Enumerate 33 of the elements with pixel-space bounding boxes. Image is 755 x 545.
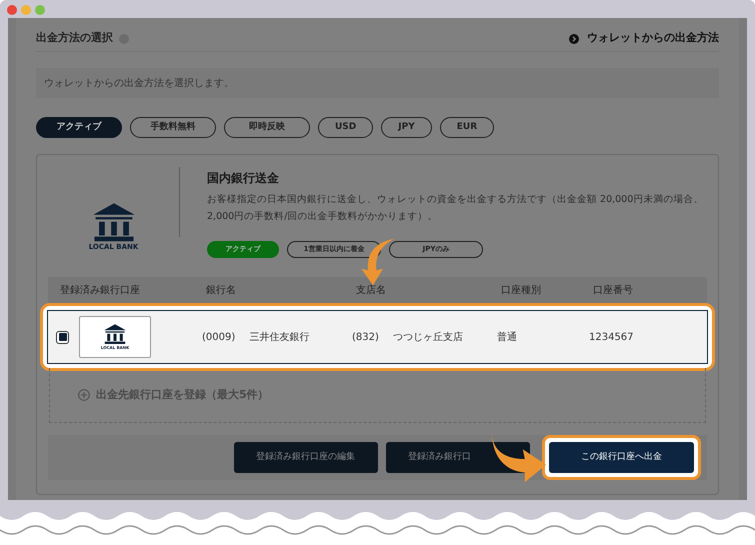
filter-pill[interactable]: アクティブ — [36, 117, 122, 138]
row-checkbox[interactable] — [56, 330, 69, 344]
column-header: 登録済み銀行口座 — [60, 284, 141, 298]
filter-pill[interactable]: EUR — [440, 117, 494, 138]
bank-name: 三井住友銀行 — [249, 330, 310, 344]
bank-code: (0009) — [202, 330, 236, 344]
account-type: 普通 — [497, 330, 518, 344]
section-title: 出金方法の選択 — [36, 30, 113, 46]
filter-pill[interactable]: 手数料無料 — [130, 117, 216, 138]
filter-pill[interactable]: 即時反映 — [224, 117, 310, 138]
minimize-icon[interactable] — [21, 5, 31, 15]
action-button[interactable]: 登録済み銀行口座の編集 — [234, 442, 378, 474]
column-header: 口座番号 — [593, 284, 634, 298]
action-button[interactable]: この銀行口座へ出金 — [549, 442, 694, 474]
info-box: ウォレットからの出金方法を選択します。 — [36, 68, 719, 98]
column-header: 口座種別 — [501, 284, 542, 298]
wallet-method-link[interactable]: ウォレットからの出金方法 — [569, 30, 719, 47]
column-header: 銀行名 — [206, 284, 237, 298]
filter-pill[interactable]: USD — [318, 117, 374, 138]
filter-pill[interactable]: JPY — [381, 117, 432, 138]
action-button[interactable]: 登録済み銀行口 — [386, 442, 530, 474]
close-icon[interactable] — [7, 5, 17, 15]
branch-code: (832) — [352, 330, 379, 344]
bank-icon — [103, 323, 127, 345]
maximize-icon[interactable] — [35, 5, 45, 15]
branch-name: つつじヶ丘支店 — [392, 330, 463, 344]
bank-icon — [90, 201, 137, 242]
method-title: 国内銀行送金 — [207, 170, 280, 187]
account-number: 1234567 — [589, 330, 635, 344]
chevron-circle-icon — [569, 34, 579, 44]
method-description: お客様指定の日本国内銀行に送金し、ウォレットの資金を出金する方法です（出金金額 20,000円未満の場合、2,000円の手数料/回の出金手数料がかかります）。 — [207, 193, 704, 224]
plus-circle-icon — [78, 389, 90, 401]
column-header: 支店名 — [356, 284, 387, 298]
